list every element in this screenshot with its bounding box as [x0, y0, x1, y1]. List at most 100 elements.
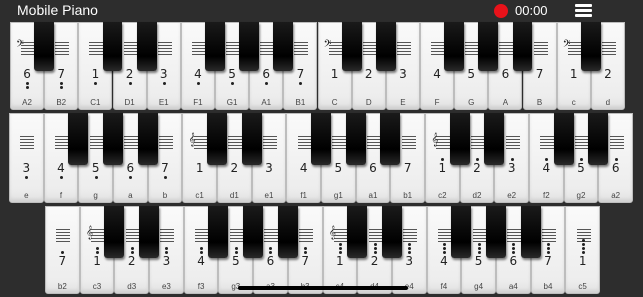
octave-dot [299, 82, 303, 85]
octave-dot [512, 243, 516, 246]
octave-dot [614, 158, 618, 161]
black-key-g1-sharp[interactable] [345, 113, 366, 165]
key-label: c3 [92, 282, 102, 291]
black-key-f3-sharp[interactable] [208, 206, 229, 258]
staff-lines [601, 42, 616, 55]
octave-dot [234, 251, 238, 254]
black-key-d4-sharp[interactable] [381, 206, 402, 258]
key-number: 3 [22, 161, 31, 175]
black-key-G-sharp[interactable] [478, 22, 499, 71]
key-label: A [502, 98, 509, 107]
black-key-f2-sharp[interactable] [553, 113, 574, 165]
black-key-D-sharp[interactable] [375, 22, 396, 71]
staff-lines [540, 136, 555, 149]
octave-dot [546, 251, 550, 254]
staff-lines [470, 136, 485, 149]
staff-lines [262, 136, 277, 149]
black-key-C-sharp[interactable] [341, 22, 362, 71]
key-label: a4 [508, 282, 518, 291]
black-key-c-sharp[interactable] [580, 22, 601, 71]
black-key-A2-sharp[interactable] [34, 22, 55, 71]
black-key-d2-sharp[interactable] [484, 113, 505, 165]
staff-lines [20, 136, 35, 149]
black-key-c3-sharp[interactable] [104, 206, 125, 258]
top-bar: Mobile Piano 00:00 [0, 0, 643, 22]
octave-dot [269, 247, 273, 250]
staff-lines [507, 229, 522, 242]
black-key-g2-sharp[interactable] [588, 113, 609, 165]
black-key-F-sharp[interactable] [444, 22, 465, 71]
key-label: d1 [229, 191, 239, 200]
black-key-a1-sharp[interactable] [380, 113, 401, 165]
octave-dot [26, 82, 30, 85]
staff-lines [124, 136, 139, 149]
staff-lines [299, 229, 314, 242]
octave-dot [581, 247, 585, 250]
key-label: b1 [403, 191, 413, 200]
black-key-a3-sharp[interactable] [277, 206, 298, 258]
staff-lines [54, 136, 69, 149]
black-key-a4-sharp[interactable] [520, 206, 541, 258]
octave-dot [477, 247, 481, 250]
key-label: a2 [611, 191, 621, 200]
key-label: A2 [22, 98, 32, 107]
black-key-d3-sharp[interactable] [139, 206, 160, 258]
key-label: e [24, 191, 29, 200]
key-label: b2 [57, 282, 67, 291]
black-key-g-sharp[interactable] [102, 113, 124, 165]
black-key-F1-sharp[interactable] [205, 22, 225, 71]
staff-lines [505, 136, 520, 149]
black-key-g4-sharp[interactable] [485, 206, 506, 258]
black-key-A1-sharp[interactable] [273, 22, 294, 71]
black-key-c1-sharp[interactable] [206, 113, 228, 165]
key-label: A1 [261, 98, 272, 107]
staff-lines [157, 42, 172, 55]
key-label: c1 [195, 191, 204, 200]
black-key-C1-sharp[interactable] [102, 22, 123, 71]
treble-clef-icon: 𝄞 [328, 225, 336, 239]
octave-dot [60, 86, 64, 89]
key-label: D1 [124, 98, 135, 107]
octave-dot [265, 82, 269, 85]
black-key-D1-sharp[interactable] [136, 22, 157, 71]
octave-dot [304, 247, 308, 250]
record-timer: 00:00 [515, 3, 548, 18]
key-label: C [331, 98, 338, 107]
key-number: 7 [58, 254, 67, 268]
staff-lines [403, 229, 418, 242]
octave-dot [546, 247, 550, 250]
black-key-A-sharp[interactable] [512, 22, 533, 71]
octave-dot [60, 82, 64, 85]
key-label: B [536, 98, 543, 107]
black-key-c4-sharp[interactable] [347, 206, 368, 258]
black-key-f4-sharp[interactable] [451, 206, 472, 258]
white-key-c5[interactable]: 1 c5 [565, 206, 600, 294]
octave-dot [477, 243, 481, 246]
white-key-e[interactable]: 3e [9, 113, 44, 203]
octave-dot [96, 247, 100, 250]
staff-lines [55, 42, 70, 55]
black-key-f-sharp[interactable] [68, 113, 89, 165]
octave-dot [129, 176, 133, 179]
octave-dot [130, 251, 134, 254]
key-label: a [128, 191, 133, 200]
key-number: 1 [578, 254, 587, 268]
staff-lines [332, 136, 347, 149]
staff-lines [158, 136, 173, 149]
row-2: 3 e 4 f 5 g 6 a 7 b 𝄞 1 c1 2 d1 3 e1 4 f1 5 g1 6 a1 7 b1 𝄞 1 c2 2 d2 3… [9, 113, 633, 203]
black-key-g3-sharp[interactable] [243, 206, 264, 258]
octave-dot [546, 243, 550, 246]
key-label: f [59, 191, 63, 200]
black-key-f1-sharp[interactable] [310, 113, 332, 165]
white-key-b2[interactable]: 7 b2 [45, 206, 80, 294]
black-key-d1-sharp[interactable] [241, 113, 262, 165]
octave-dot [581, 251, 585, 254]
black-key-c2-sharp[interactable] [449, 113, 470, 165]
hamburger-menu-icon[interactable] [575, 4, 592, 18]
black-key-a-sharp[interactable] [137, 113, 158, 165]
octave-dot [442, 243, 446, 246]
staff-lines [396, 42, 411, 55]
black-key-G1-sharp[interactable] [239, 22, 260, 71]
record-button[interactable] [494, 4, 508, 18]
staff-lines [264, 229, 279, 242]
